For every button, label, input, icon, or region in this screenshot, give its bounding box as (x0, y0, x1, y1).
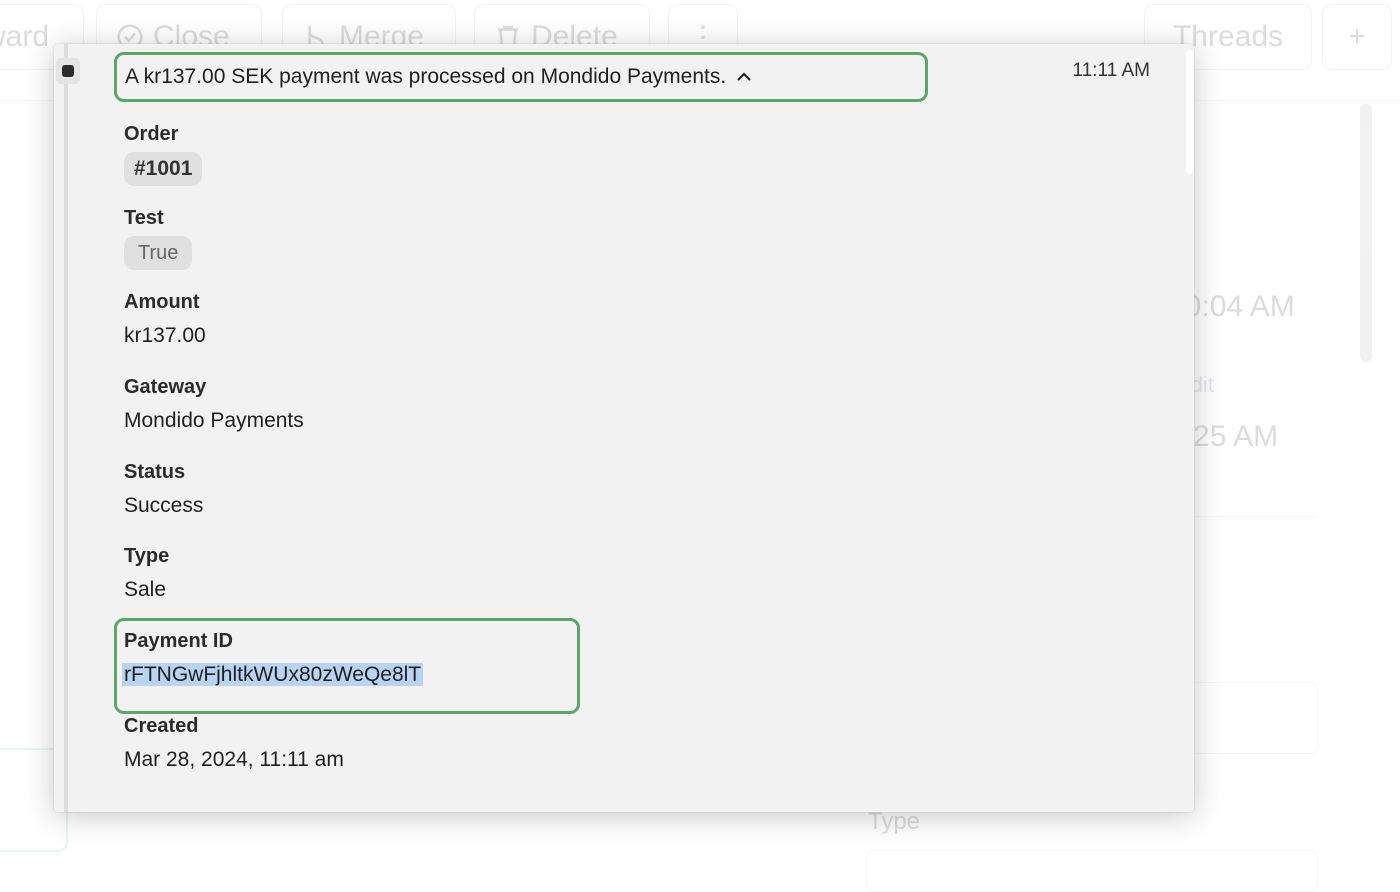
field-label: Created (124, 715, 199, 737)
field-order: Order #1001 (124, 122, 203, 186)
field-label: Test (124, 207, 164, 229)
field-gateway: Gateway Mondido Payments (124, 375, 304, 435)
bg-scrollbar[interactable] (1360, 104, 1372, 362)
event-detail-card: A kr137.00 SEK payment was processed on … (54, 44, 1194, 812)
field-value: Mondido Payments (124, 409, 304, 432)
payment-id-value[interactable]: rFTNGwFjhltkWUx80zWeQe8lT (122, 663, 424, 686)
card-scrollbar[interactable] (1186, 50, 1194, 174)
field-label: Payment ID (124, 630, 233, 652)
add-button[interactable]: + (1322, 4, 1392, 70)
plus-icon: + (1348, 20, 1366, 53)
field-status: Status Success (124, 460, 203, 520)
field-created: Created Mar 28, 2024, 11:11 am (124, 714, 344, 774)
field-value[interactable]: rFTNGwFjhltkWUx80zWeQe8lT (122, 661, 424, 689)
field-amount: Amount kr137.00 (124, 290, 206, 350)
bg-type-label: Type (868, 808, 921, 835)
field-value: Sale (124, 578, 167, 601)
field-label: Gateway (124, 376, 207, 398)
event-title: A kr137.00 SEK payment was processed on … (125, 65, 727, 88)
field-label: Type (124, 545, 170, 567)
timeline-marker (56, 58, 80, 84)
field-label: Amount (124, 291, 200, 313)
test-badge: True (124, 236, 193, 270)
field-type: Type Sale (124, 544, 169, 604)
chevron-up-icon (737, 72, 751, 81)
field-value: Mar 28, 2024, 11:11 am (124, 748, 344, 771)
field-value: kr137.00 (124, 324, 206, 347)
field-label: Order (124, 123, 179, 145)
field-test: Test True (124, 206, 193, 270)
field-label: Status (124, 461, 186, 483)
field-value: Success (124, 494, 204, 517)
field-payment-id: Payment ID rFTNGwFjhltkWUx80zWeQe8lT (122, 629, 424, 689)
timeline-dot-icon (62, 65, 74, 77)
order-link[interactable]: #1001 (124, 152, 203, 186)
forward-label: Forward (0, 20, 50, 53)
event-summary-toggle[interactable]: A kr137.00 SEK payment was processed on … (114, 52, 928, 102)
bg-type-select[interactable] (866, 850, 1318, 892)
event-time: 11:11 AM (1072, 60, 1150, 81)
timeline-line (64, 44, 68, 812)
